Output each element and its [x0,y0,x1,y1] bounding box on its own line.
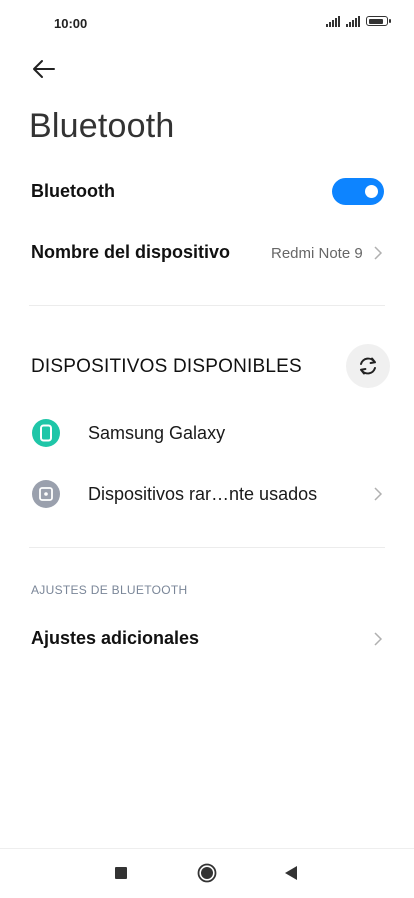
refresh-icon [360,357,376,375]
device-label: Dispositivos rar…nte usados [88,484,318,504]
additional-settings-row[interactable]: Ajustes adicionales [0,616,414,662]
home-circle-icon [197,863,217,883]
back-nav-button[interactable] [284,865,298,881]
home-button[interactable] [197,863,217,883]
toggle-knob [365,185,378,198]
bluetooth-toggle[interactable] [332,178,384,205]
status-icons [326,15,391,27]
signal-icon [346,15,360,27]
phone-icon [32,419,60,447]
arrow-left-icon [33,60,55,78]
available-devices-heading: DISPOSITIVOS DISPONIBLES [31,356,302,377]
device-name-row[interactable]: Nombre del dispositivo Redmi Note 9 [0,230,414,276]
battery-icon [366,16,391,26]
device-item-samsung-galaxy[interactable]: Samsung Galaxy [0,412,414,456]
navigation-bar [0,848,414,898]
device-label: Samsung Galaxy [88,423,226,443]
device-name-label: Nombre del dispositivo [31,242,231,262]
additional-settings-label: Ajustes adicionales [31,628,200,648]
divider [29,305,385,306]
bluetooth-settings-heading: AJUSTES DE BLUETOOTH [31,583,188,597]
signal-icon [326,15,340,27]
chevron-right-icon [374,246,383,260]
back-button[interactable] [30,56,58,82]
recent-apps-button[interactable] [115,867,127,879]
bluetooth-label: Bluetooth [31,181,115,201]
square-dot-icon [32,480,60,508]
status-time: 10:00 [54,16,88,31]
chevron-right-icon [374,487,383,501]
device-item-rarely-used[interactable]: Dispositivos rar…nte usados [0,472,414,516]
divider [29,547,385,548]
refresh-button[interactable] [346,344,390,388]
device-name-value: Redmi Note 9 [271,245,363,262]
page-title: Bluetooth [29,107,175,145]
chevron-right-icon [374,632,383,646]
triangle-back-icon [285,866,297,880]
